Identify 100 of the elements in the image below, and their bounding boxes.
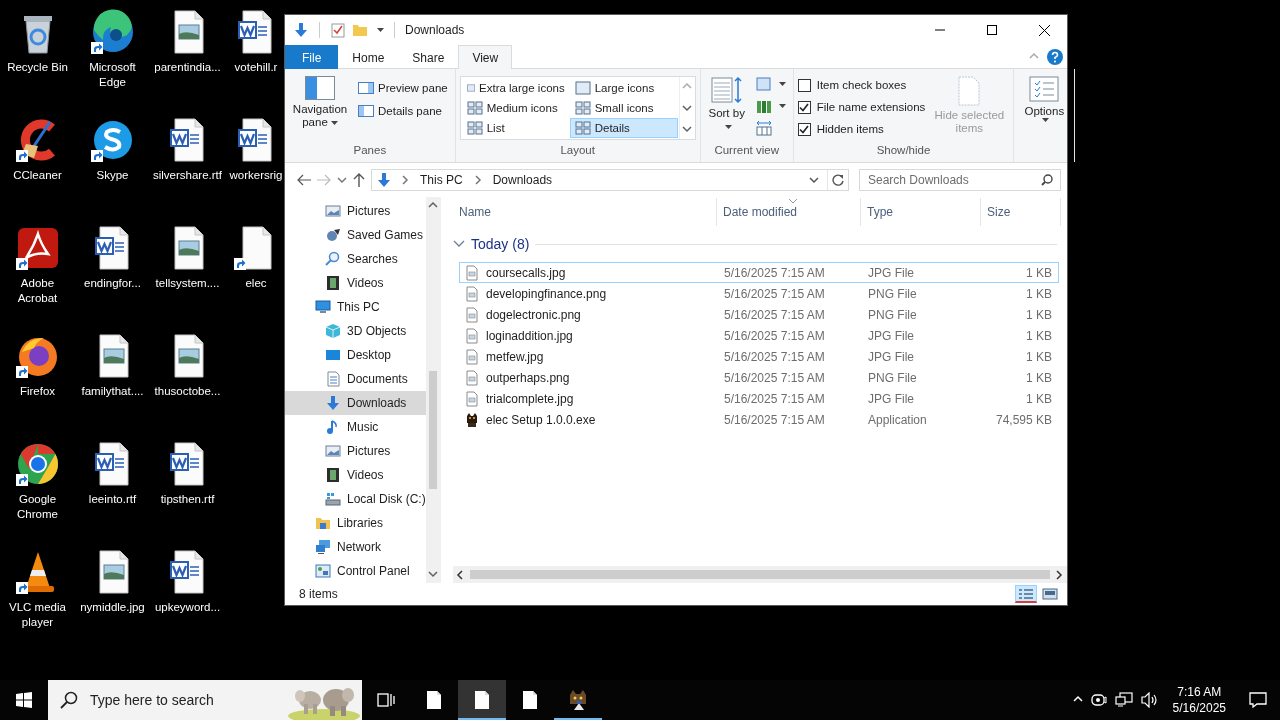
ribbon-tab[interactable]: Home <box>338 45 399 69</box>
pane-button[interactable]: Details pane <box>355 101 451 121</box>
nav-item[interactable]: Control Panel <box>285 559 426 583</box>
pane-button[interactable]: Preview pane <box>355 78 451 98</box>
library-folder-icon <box>315 515 331 531</box>
scroll-thumb[interactable] <box>429 371 438 489</box>
scroll-left-icon[interactable] <box>456 569 466 580</box>
notifications-icon[interactable] <box>1249 692 1267 708</box>
desktop-icon <box>325 347 341 363</box>
checkbox[interactable] <box>797 78 811 92</box>
column-header[interactable]: Name <box>453 198 717 226</box>
type-cell-text: Application <box>867 412 928 427</box>
vertical-scrollbar[interactable] <box>425 197 441 583</box>
navigation-pane-button[interactable]: Navigation pane <box>289 72 351 129</box>
checkbox[interactable] <box>797 100 811 114</box>
icon-label: Microsoft Edge <box>88 60 137 90</box>
large-icons-view-button[interactable] <box>1039 585 1061 603</box>
item-count: 8 items <box>299 587 338 601</box>
more-icon[interactable] <box>682 123 693 134</box>
document-taskbar-button[interactable] <box>458 680 506 720</box>
horizontal-scrollbar[interactable] <box>453 566 1067 583</box>
search-field[interactable]: Search Downloads <box>859 169 1061 191</box>
group-label: Layout <box>559 144 596 158</box>
nav-item[interactable]: Saved Games <box>285 223 426 247</box>
recent-locations-icon[interactable] <box>337 175 347 185</box>
layout-option[interactable]: Details <box>569 118 678 138</box>
up-icon[interactable] <box>353 173 365 187</box>
file-row[interactable]: trialcomplete.jpg 5/16/2025 7:15 AM JPG File 1 KB <box>459 388 1059 409</box>
caret-icon <box>724 124 732 129</box>
file-row[interactable]: outperhaps.png 5/16/2025 7:15 AM PNG File 1 KB <box>459 367 1059 388</box>
nav-item[interactable]: Videos <box>285 463 426 487</box>
network-icon[interactable] <box>1114 692 1133 708</box>
type-cell-text: PNG File <box>867 286 918 301</box>
file-row[interactable]: elec Setup 1.0.0.exe 5/16/2025 7:15 AM Application 74,595 KB <box>459 409 1059 430</box>
address-bar[interactable]: This PC Downloads <box>371 169 849 191</box>
type-cell-text: PNG File <box>867 370 918 385</box>
nav-item[interactable]: Network <box>285 535 426 559</box>
details-view-button[interactable] <box>1015 585 1037 603</box>
help-icon[interactable] <box>1047 48 1063 65</box>
nav-item[interactable]: 3D Objects <box>285 319 426 343</box>
caret-icon <box>778 104 786 108</box>
search-icon <box>1041 174 1053 186</box>
date-cell-text: 5/16/2025 7:15 AM <box>723 307 826 322</box>
volume-icon[interactable] <box>1140 692 1159 708</box>
sort-by-button[interactable]: Sort by <box>704 72 749 133</box>
picture-folder-icon <box>325 443 341 459</box>
file-row[interactable]: loginaddition.jpg 5/16/2025 7:15 AM JPG File 1 KB <box>459 325 1059 346</box>
layout-option[interactable]: Extra large icons <box>461 78 570 98</box>
nav-item[interactable]: Searches <box>285 247 426 271</box>
checkbox[interactable] <box>797 122 811 136</box>
file-row[interactable]: coursecalls.jpg 5/16/2025 7:15 AM JPG File 1 KB <box>459 262 1059 283</box>
layout-option[interactable]: Large icons <box>569 78 678 98</box>
breadcrumb[interactable]: Downloads <box>490 173 555 187</box>
type-cell-text: JPG File <box>867 391 915 406</box>
nav-item[interactable]: Documents <box>285 367 426 391</box>
layout-option[interactable]: Small icons <box>569 98 678 118</box>
nav-item[interactable]: Videos <box>285 271 426 295</box>
scroll-down-icon[interactable] <box>428 569 439 579</box>
icon-label: CCleaner <box>13 168 62 183</box>
refresh-icon[interactable] <box>832 174 844 186</box>
file-row[interactable]: developingfinance.png 5/16/2025 7:15 AM PNG File 1 KB <box>459 283 1059 304</box>
icon-label: Skype <box>96 168 129 183</box>
breadcrumb-separator-icon[interactable] <box>400 175 410 185</box>
taskbar-search-box[interactable]: Type here to search <box>48 680 362 720</box>
size-cell-text: 74,595 KB <box>994 412 1053 427</box>
file-row[interactable]: metfew.jpg 5/16/2025 7:15 AM JPG File 1 KB <box>459 346 1059 367</box>
address-history-icon[interactable] <box>809 175 819 185</box>
scroll-right-icon[interactable] <box>1054 569 1064 580</box>
back-icon[interactable] <box>297 174 311 186</box>
nav-item[interactable]: Local Disk (C:) <box>285 487 426 511</box>
breadcrumb[interactable]: This PC <box>418 173 465 187</box>
ribbon-tab[interactable]: View <box>458 45 513 69</box>
clock[interactable]: 7:16 AM 5/16/2025 <box>1166 684 1232 716</box>
blank-file-icon <box>426 690 442 710</box>
column-header[interactable]: Size <box>981 198 1061 226</box>
ribbon-tab[interactable]: File <box>285 45 339 69</box>
nav-item[interactable]: This PC <box>285 295 426 319</box>
scroll-thumb[interactable] <box>470 570 1050 579</box>
taskbar-search-field[interactable]: Type here to search <box>88 691 276 709</box>
breadcrumb-separator-icon[interactable] <box>472 175 483 185</box>
file-row[interactable]: dogelectronic.png 5/16/2025 7:15 AM PNG File 1 KB <box>459 304 1059 325</box>
column-header[interactable]: Type <box>861 198 981 226</box>
icon-label: leeinto.rtf <box>88 492 137 507</box>
nav-item[interactable]: Music <box>285 415 426 439</box>
nav-item[interactable]: Downloads <box>285 391 426 415</box>
options-button[interactable]: Options <box>1018 72 1071 122</box>
layout-option[interactable]: List <box>461 118 570 138</box>
nav-item[interactable]: Pictures <box>285 199 426 223</box>
scroll-down-icon[interactable] <box>682 103 693 113</box>
download-arrow-icon <box>293 22 309 38</box>
layout-option[interactable]: Medium icons <box>461 98 570 118</box>
webcam-icon[interactable] <box>1090 692 1107 708</box>
nav-item[interactable]: Pictures <box>285 439 426 463</box>
column-header[interactable]: Date modified <box>717 198 861 226</box>
film-icon <box>325 467 341 483</box>
checkbox-label: File name extensions <box>816 101 926 113</box>
nav-item[interactable]: Libraries <box>285 511 426 535</box>
nav-item[interactable]: Desktop <box>285 343 426 367</box>
download-arrow-icon <box>376 172 392 188</box>
ribbon-tab[interactable]: Share <box>398 45 459 69</box>
